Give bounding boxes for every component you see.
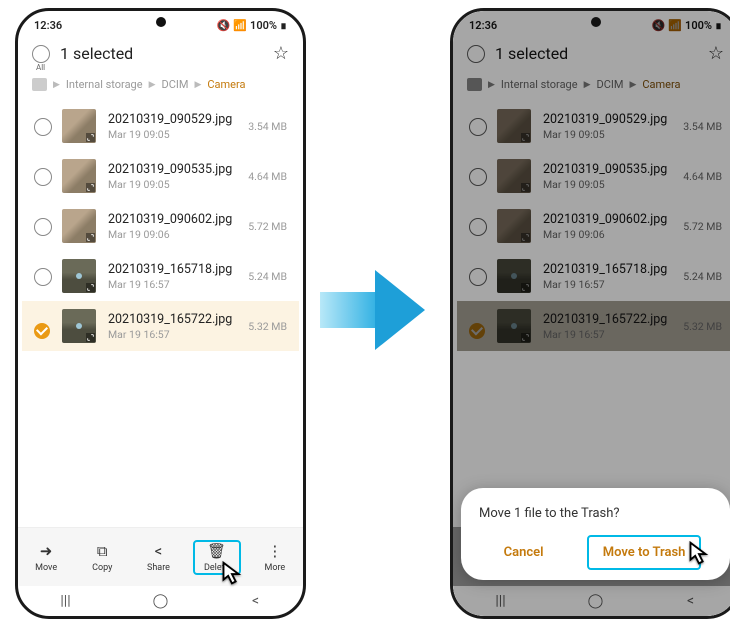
crumb-dcim[interactable]: DCIM	[161, 78, 188, 91]
file-name: 20210319_165718.jpg	[108, 262, 236, 277]
crumb-camera[interactable]: Camera	[207, 78, 245, 91]
phone-screenshot-before: 12:36 🔇 📶 100% ∎ 1 selected ☆ All ▶ Inte…	[15, 8, 306, 619]
file-name: 20210319_090602.jpg	[108, 212, 236, 227]
file-thumbnail[interactable]	[62, 309, 96, 343]
share-button[interactable]: <Share	[136, 542, 180, 573]
more-button[interactable]: ⋮More	[253, 542, 297, 573]
page-title: 1 selected	[60, 44, 263, 63]
copy-icon: ⧉	[93, 542, 111, 560]
chevron-right-icon: ▶	[149, 80, 156, 90]
row-checkbox[interactable]	[34, 318, 50, 334]
battery-pct: 100%	[250, 19, 277, 32]
file-row[interactable]: 20210319_090529.jpgMar 19 09:05 3.54 MB	[22, 101, 299, 151]
camera-notch	[591, 17, 601, 27]
file-row[interactable]: 20210319_090602.jpgMar 19 09:06 5.72 MB	[22, 201, 299, 251]
row-checkbox[interactable]	[34, 218, 50, 234]
home-icon[interactable]	[32, 78, 47, 91]
file-thumbnail[interactable]	[62, 109, 96, 143]
file-thumbnail[interactable]	[62, 259, 96, 293]
status-time: 12:36	[34, 19, 62, 32]
file-date: Mar 19 16:57	[108, 278, 236, 291]
selection-header: 1 selected ☆	[18, 37, 303, 70]
file-row[interactable]: 20210319_165718.jpgMar 19 16:57 5.24 MB	[22, 251, 299, 301]
share-icon: <	[149, 542, 167, 560]
cursor-pointer-icon	[216, 559, 246, 589]
file-name: 20210319_090535.jpg	[108, 162, 236, 177]
more-icon: ⋮	[266, 542, 284, 560]
row-checkbox[interactable]	[34, 118, 50, 134]
move-icon: ➜	[37, 542, 55, 560]
row-checkbox[interactable]	[34, 168, 50, 184]
action-toolbar: ➜Move ⧉Copy <Share 🗑Delete ⋮More	[18, 527, 303, 586]
select-all-label: All	[36, 63, 45, 72]
recents-button[interactable]: |||	[46, 593, 86, 609]
move-button[interactable]: ➜Move	[24, 542, 68, 573]
wifi-icon: 📶	[233, 19, 247, 32]
file-list: 20210319_090529.jpgMar 19 09:053.54 MB20…	[18, 101, 303, 351]
select-all-checkbox[interactable]	[32, 45, 50, 63]
phone-screenshot-after: 12:36 🔇 📶 100% ∎ 1 selected ☆ ▶ Internal…	[450, 8, 730, 619]
file-name: 20210319_165722.jpg	[108, 312, 236, 327]
file-size: 3.54 MB	[248, 120, 287, 133]
file-row[interactable]: 20210319_090535.jpgMar 19 09:05 4.64 MB	[22, 151, 299, 201]
chevron-right-icon: ▶	[194, 80, 201, 90]
chevron-right-icon: ▶	[53, 80, 60, 90]
file-size: 5.24 MB	[248, 270, 287, 283]
trash-icon: 🗑	[208, 542, 226, 560]
file-date: Mar 19 09:05	[108, 178, 236, 191]
mute-icon: 🔇	[217, 19, 231, 32]
file-name: 20210319_090529.jpg	[108, 112, 236, 127]
home-button[interactable]: ◯	[141, 593, 181, 609]
file-date: Mar 19 09:06	[108, 228, 236, 241]
breadcrumb[interactable]: ▶ Internal storage ▶ DCIM ▶ Camera	[18, 78, 303, 101]
cursor-pointer-icon	[683, 539, 713, 569]
dialog-message: Move 1 file to the Trash?	[475, 506, 716, 521]
file-size: 5.32 MB	[248, 320, 287, 333]
file-size: 4.64 MB	[248, 170, 287, 183]
crumb-internal[interactable]: Internal storage	[66, 78, 143, 91]
cancel-button[interactable]: Cancel	[490, 537, 558, 568]
battery-icon: ∎	[280, 19, 287, 32]
copy-button[interactable]: ⧉Copy	[80, 542, 124, 573]
transition-arrow-icon	[320, 270, 430, 350]
system-nav: ||| ◯ <	[18, 586, 303, 616]
back-button[interactable]: <	[236, 593, 276, 609]
camera-notch	[156, 17, 166, 27]
file-thumbnail[interactable]	[62, 159, 96, 193]
file-date: Mar 19 16:57	[108, 328, 236, 341]
file-row[interactable]: 20210319_165722.jpgMar 19 16:57 5.32 MB	[22, 301, 299, 351]
file-date: Mar 19 09:05	[108, 128, 236, 141]
file-size: 5.72 MB	[248, 220, 287, 233]
file-thumbnail[interactable]	[62, 209, 96, 243]
row-checkbox[interactable]	[34, 268, 50, 284]
favorite-icon[interactable]: ☆	[273, 43, 289, 64]
